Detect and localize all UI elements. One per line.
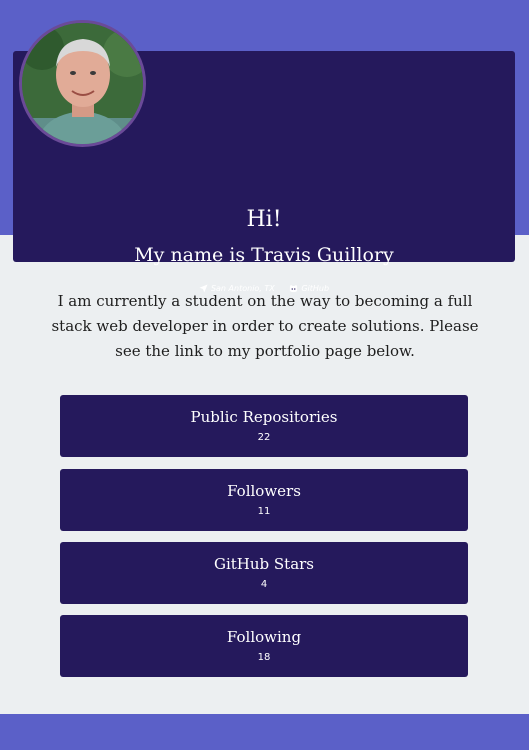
stat-value: 18 bbox=[257, 652, 271, 663]
stat-value: 11 bbox=[257, 506, 271, 517]
bio-text: I am currently a student on the way to b… bbox=[51, 292, 479, 360]
greeting-heading: Hi! bbox=[246, 207, 282, 232]
stat-value: 4 bbox=[260, 579, 268, 590]
stat-label: Following bbox=[226, 628, 302, 646]
stat-label: Public Repositories bbox=[190, 408, 338, 426]
stat-label: Followers bbox=[227, 482, 301, 500]
name-heading: My name is Travis Guillory bbox=[134, 244, 394, 266]
stat-label: GitHub Stars bbox=[213, 555, 315, 573]
stat-card-following: Following 18 bbox=[60, 615, 468, 677]
stat-value: 22 bbox=[257, 432, 271, 443]
profile-photo bbox=[22, 23, 143, 144]
stat-card-public-repositories: Public Repositories 22 bbox=[60, 395, 468, 457]
stat-card-followers: Followers 11 bbox=[60, 469, 468, 531]
profile-avatar bbox=[19, 20, 146, 147]
footer-band bbox=[0, 714, 529, 750]
stat-card-github-stars: GitHub Stars 4 bbox=[60, 542, 468, 604]
